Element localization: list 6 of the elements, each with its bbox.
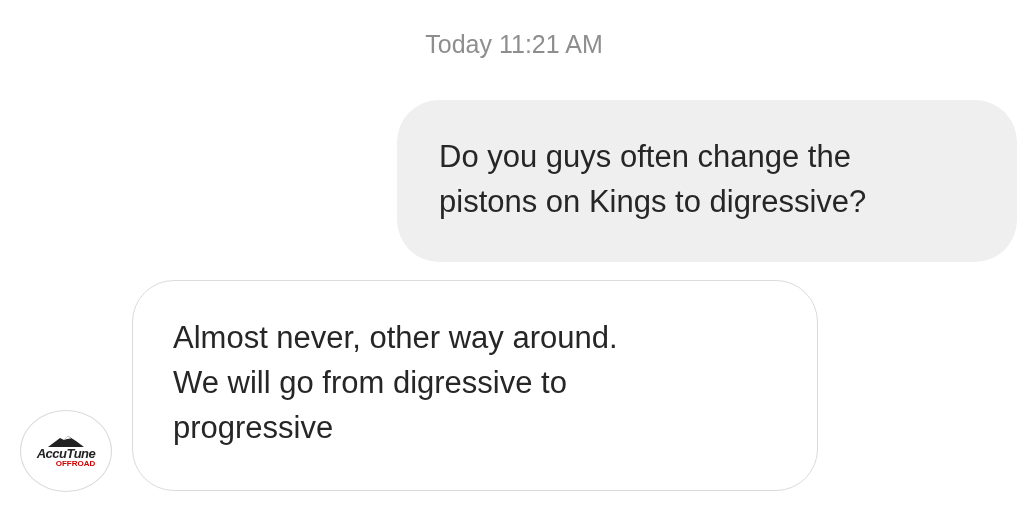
- mountain-icon: [46, 434, 86, 447]
- message-timestamp: Today 11:21 AM: [425, 30, 603, 59]
- sent-message-bubble: Do you guys often change the pistons on Kings to digressive?: [397, 100, 1017, 262]
- logo-subtext: OFFROAD: [55, 459, 96, 468]
- logo-text: AccuTune: [36, 446, 96, 460]
- received-message-bubble: Almost never, other way around. We will go from digressive to progressive: [132, 280, 818, 491]
